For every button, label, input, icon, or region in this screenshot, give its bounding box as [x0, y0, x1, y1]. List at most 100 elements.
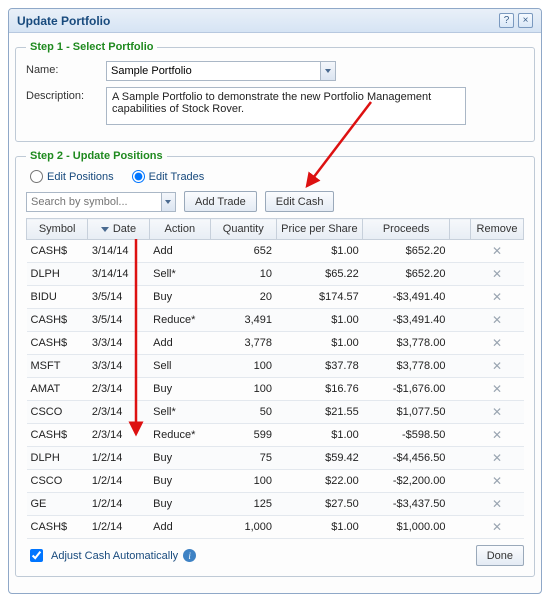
- trades-table: Symbol Date Action Quantity Price per Sh…: [26, 218, 524, 539]
- table-row[interactable]: AMAT2/3/14Buy100$16.76-$1,676.00✕: [27, 378, 524, 401]
- search-combo[interactable]: [26, 192, 176, 212]
- cell-quantity: 50: [210, 401, 276, 424]
- radio-edit-trades-input[interactable]: [132, 170, 145, 183]
- update-portfolio-window: Update Portfolio ? × Step 1 - Select Por…: [8, 8, 542, 594]
- table-row[interactable]: MSFT3/3/14Sell100$37.78$3,778.00✕: [27, 355, 524, 378]
- cell-price-per-share: $65.22: [276, 263, 363, 286]
- radio-edit-positions[interactable]: Edit Positions: [30, 170, 114, 183]
- remove-row-button[interactable]: ✕: [492, 474, 502, 488]
- edit-cash-button[interactable]: Edit Cash: [265, 191, 335, 212]
- remove-row-button[interactable]: ✕: [492, 313, 502, 327]
- col-quantity[interactable]: Quantity: [210, 219, 276, 240]
- search-input[interactable]: [27, 193, 161, 211]
- cell-proceeds: -$3,491.40: [363, 309, 450, 332]
- remove-row-button[interactable]: ✕: [492, 336, 502, 350]
- cell-symbol: MSFT: [27, 355, 88, 378]
- cell-proceeds: $3,778.00: [363, 355, 450, 378]
- col-action[interactable]: Action: [149, 219, 210, 240]
- cell-price-per-share: $22.00: [276, 470, 363, 493]
- cell-action: Buy: [149, 493, 210, 516]
- info-icon[interactable]: i: [183, 549, 196, 562]
- table-row[interactable]: BIDU3/5/14Buy20$174.57-$3,491.40✕: [27, 286, 524, 309]
- cell-proceeds: $3,778.00: [363, 332, 450, 355]
- cell-action: Sell*: [149, 401, 210, 424]
- description-field[interactable]: A Sample Portfolio to demonstrate the ne…: [106, 87, 466, 125]
- cell-symbol: CASH$: [27, 240, 88, 263]
- remove-row-button[interactable]: ✕: [492, 405, 502, 419]
- col-price-per-share[interactable]: Price per Share: [276, 219, 363, 240]
- cell-action: Add: [149, 516, 210, 539]
- remove-row-button[interactable]: ✕: [492, 428, 502, 442]
- cell-date: 3/3/14: [88, 332, 149, 355]
- cell-proceeds: $1,000.00: [363, 516, 450, 539]
- step1-fieldset: Step 1 - Select Portfolio Name: Descript…: [15, 41, 535, 142]
- add-trade-button[interactable]: Add Trade: [184, 191, 257, 212]
- cell-action: Sell*: [149, 263, 210, 286]
- table-row[interactable]: CASH$1/2/14Add1,000$1.00$1,000.00✕: [27, 516, 524, 539]
- adjust-cash-input[interactable]: [30, 549, 43, 562]
- help-icon[interactable]: ?: [499, 13, 514, 28]
- cell-price-per-share: $21.55: [276, 401, 363, 424]
- remove-row-button[interactable]: ✕: [492, 382, 502, 396]
- col-proceeds[interactable]: Proceeds: [363, 219, 450, 240]
- remove-row-button[interactable]: ✕: [492, 497, 502, 511]
- table-row[interactable]: DLPH3/14/14Sell*10$65.22$652.20✕: [27, 263, 524, 286]
- radio-edit-trades[interactable]: Edit Trades: [132, 170, 205, 183]
- remove-row-button[interactable]: ✕: [492, 451, 502, 465]
- col-date[interactable]: Date: [88, 219, 149, 240]
- cell-proceeds: -$1,676.00: [363, 378, 450, 401]
- done-button[interactable]: Done: [476, 545, 524, 566]
- chevron-down-icon[interactable]: [161, 193, 175, 211]
- table-row[interactable]: GE1/2/14Buy125$27.50-$3,437.50✕: [27, 493, 524, 516]
- radio-edit-positions-input[interactable]: [30, 170, 43, 183]
- table-row[interactable]: DLPH1/2/14Buy75$59.42-$4,456.50✕: [27, 447, 524, 470]
- cell-action: Buy: [149, 447, 210, 470]
- cell-date: 3/3/14: [88, 355, 149, 378]
- remove-row-button[interactable]: ✕: [492, 359, 502, 373]
- cell-action: Add: [149, 332, 210, 355]
- cell-date: 3/5/14: [88, 309, 149, 332]
- cell-symbol: CASH$: [27, 516, 88, 539]
- chevron-down-icon[interactable]: [320, 62, 335, 80]
- close-icon[interactable]: ×: [518, 13, 533, 28]
- remove-row-button[interactable]: ✕: [492, 520, 502, 534]
- cell-date: 2/3/14: [88, 378, 149, 401]
- table-row[interactable]: CSCO2/3/14Sell*50$21.55$1,077.50✕: [27, 401, 524, 424]
- table-row[interactable]: CSCO1/2/14Buy100$22.00-$2,200.00✕: [27, 470, 524, 493]
- cell-quantity: 75: [210, 447, 276, 470]
- cell-date: 1/2/14: [88, 447, 149, 470]
- col-symbol[interactable]: Symbol: [27, 219, 88, 240]
- cell-price-per-share: $1.00: [276, 332, 363, 355]
- portfolio-name-input[interactable]: [107, 62, 320, 80]
- step2-legend: Step 2 - Update Positions: [26, 150, 167, 162]
- cell-date: 1/2/14: [88, 470, 149, 493]
- cell-quantity: 1,000: [210, 516, 276, 539]
- cell-proceeds: $652.20: [363, 263, 450, 286]
- cell-symbol: CASH$: [27, 309, 88, 332]
- cell-action: Add: [149, 240, 210, 263]
- cell-symbol: GE: [27, 493, 88, 516]
- table-row[interactable]: CASH$3/3/14Add3,778$1.00$3,778.00✕: [27, 332, 524, 355]
- cell-quantity: 3,491: [210, 309, 276, 332]
- portfolio-name-select[interactable]: [106, 61, 336, 81]
- cell-quantity: 100: [210, 355, 276, 378]
- cell-price-per-share: $174.57: [276, 286, 363, 309]
- cell-quantity: 10: [210, 263, 276, 286]
- cell-action: Buy: [149, 286, 210, 309]
- cell-proceeds: -$598.50: [363, 424, 450, 447]
- cell-quantity: 3,778: [210, 332, 276, 355]
- sort-desc-icon: [101, 227, 109, 232]
- adjust-cash-checkbox[interactable]: Adjust Cash Automatically i: [26, 546, 196, 565]
- cell-action: Buy: [149, 470, 210, 493]
- description-label: Description:: [26, 87, 106, 102]
- cell-proceeds: -$3,491.40: [363, 286, 450, 309]
- table-row[interactable]: CASH$3/14/14Add652$1.00$652.20✕: [27, 240, 524, 263]
- remove-row-button[interactable]: ✕: [492, 244, 502, 258]
- remove-row-button[interactable]: ✕: [492, 290, 502, 304]
- table-row[interactable]: CASH$3/5/14Reduce*3,491$1.00-$3,491.40✕: [27, 309, 524, 332]
- col-remove[interactable]: Remove: [471, 219, 524, 240]
- remove-row-button[interactable]: ✕: [492, 267, 502, 281]
- table-row[interactable]: CASH$2/3/14Reduce*599$1.00-$598.50✕: [27, 424, 524, 447]
- cell-price-per-share: $16.76: [276, 378, 363, 401]
- cell-symbol: CSCO: [27, 470, 88, 493]
